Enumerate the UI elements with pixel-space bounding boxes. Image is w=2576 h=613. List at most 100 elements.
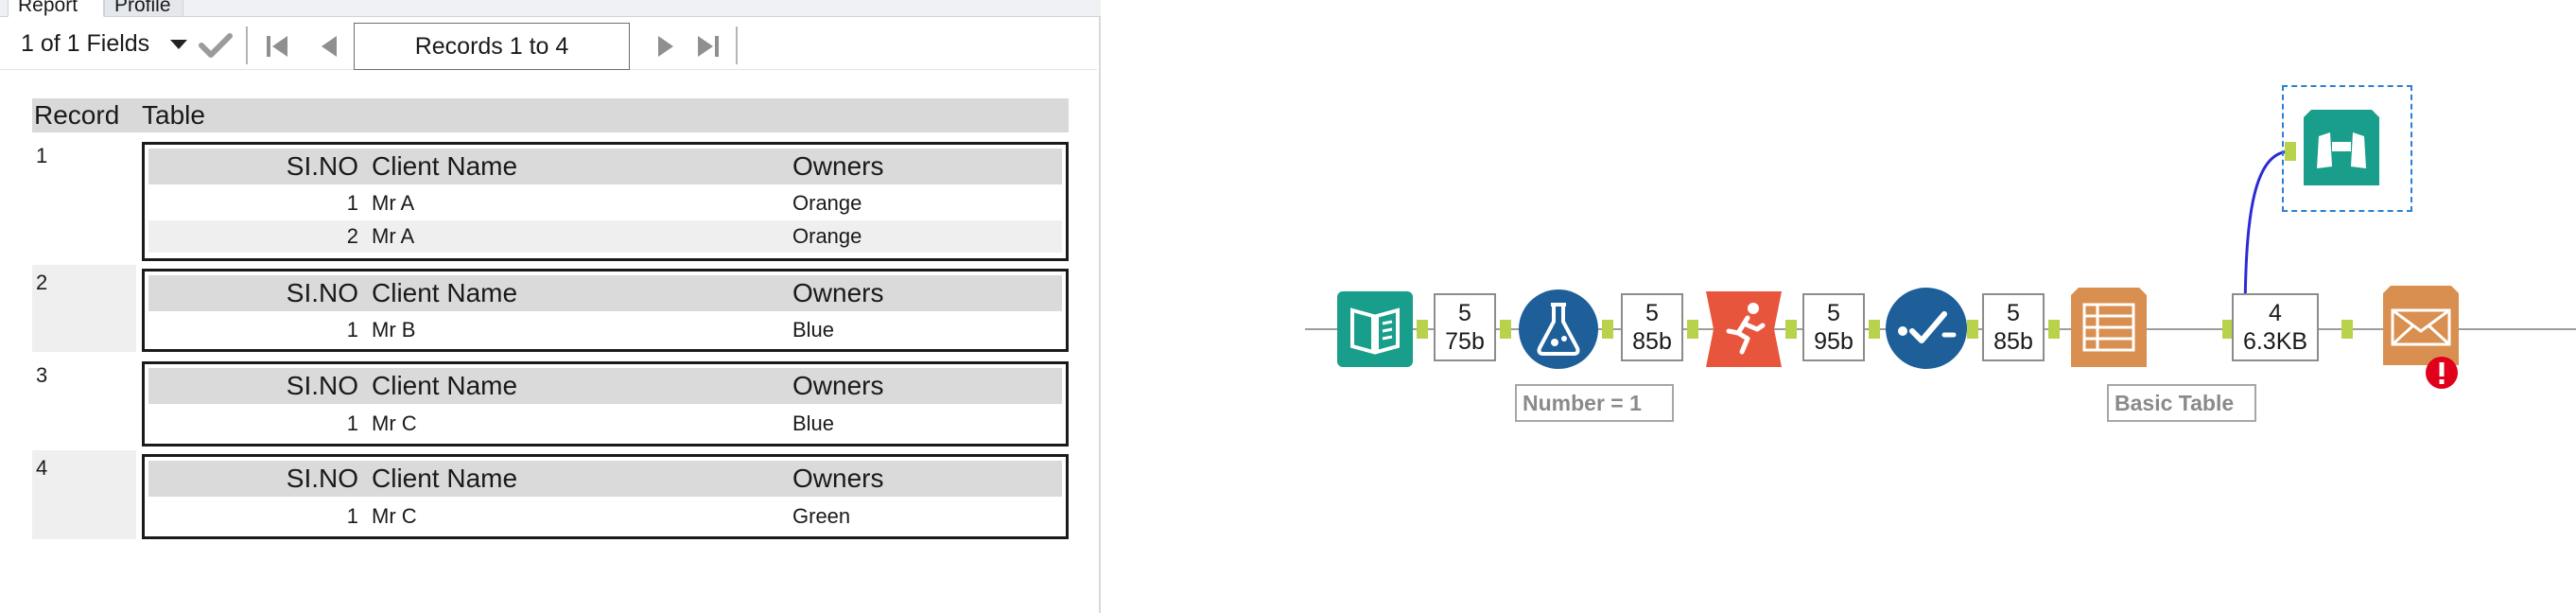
fields-selector[interactable]: 1 of 1 Fields [21, 30, 149, 58]
table-row: 1 Mr B Blue [148, 314, 1062, 346]
toolbar-divider [246, 26, 248, 64]
nested-table-header: SI.NO Client Name Owners [148, 149, 1062, 184]
cell-client-name: Mr A [372, 191, 415, 215]
cell-owners: Green [792, 504, 851, 528]
nested-table: SI.NO Client Name Owners 1 Mr C Blue [142, 361, 1069, 447]
formula-annotation[interactable]: Number = 1 [1515, 384, 1674, 422]
input-data-tool[interactable] [1337, 291, 1413, 367]
cell-owners: Orange [792, 224, 862, 248]
output-anchor[interactable] [1602, 320, 1613, 339]
input-anchor[interactable] [2285, 142, 2296, 161]
header-si-no: SI.NO [286, 371, 358, 400]
table-row: 1 Mr A Orange [148, 187, 1062, 219]
header-owners: Owners [792, 278, 884, 307]
column-header-table: Table [142, 100, 205, 130]
record-count: 5 [1827, 300, 1840, 326]
header-client-name: Client Name [372, 278, 518, 307]
sample-tool[interactable] [1706, 291, 1782, 367]
header-client-name: Client Name [372, 151, 518, 181]
unique-tool[interactable] [1886, 288, 1967, 369]
cell-client-name: Mr A [372, 224, 415, 248]
input-anchor[interactable] [2341, 320, 2353, 339]
email-tool[interactable] [2383, 286, 2459, 365]
chevron-down-icon[interactable] [170, 40, 187, 49]
record-count-badge: 5 85b [1982, 293, 2045, 361]
column-header-record: Record [34, 100, 120, 130]
cell-si-no: 2 [346, 224, 358, 248]
header-si-no: SI.NO [286, 151, 358, 181]
checkmark-flow-icon [1886, 288, 1967, 369]
report-header-row: Record Table [32, 98, 1069, 132]
book-icon [1337, 291, 1413, 367]
header-owners: Owners [792, 464, 884, 493]
record-count: 5 [1458, 300, 1471, 326]
nested-table-header: SI.NO Client Name Owners [148, 461, 1062, 497]
record-row[interactable]: 1 SI.NO Client Name Owners 1 Mr A Orange… [32, 138, 1069, 263]
data-size: 75b [1445, 328, 1485, 355]
previous-record-icon[interactable] [318, 34, 339, 59]
input-anchor[interactable] [2048, 320, 2060, 339]
input-anchor[interactable] [1687, 320, 1698, 339]
record-number: 4 [32, 450, 136, 539]
formula-tool[interactable] [1519, 289, 1598, 369]
binoculars-icon [2304, 110, 2379, 185]
envelope-icon [2383, 286, 2459, 365]
header-owners: Owners [792, 151, 884, 181]
cell-owners: Orange [792, 191, 862, 215]
header-client-name: Client Name [372, 371, 518, 400]
table-tool[interactable] [2071, 288, 2147, 367]
tab-report[interactable]: Report [8, 0, 104, 17]
output-anchor[interactable] [1967, 320, 1978, 339]
record-row[interactable]: 3 SI.NO Client Name Owners 1 Mr C Blue [32, 358, 1069, 447]
nested-table-header: SI.NO Client Name Owners [148, 368, 1062, 404]
table-row: 1 Mr C Green [148, 500, 1062, 533]
toolbar-divider [736, 26, 738, 64]
last-record-icon[interactable] [696, 34, 721, 59]
record-row[interactable]: 4 SI.NO Client Name Owners 1 Mr C Green [32, 450, 1069, 539]
data-size: 6.3KB [2242, 328, 2308, 355]
data-size: 85b [1993, 328, 2033, 355]
input-anchor[interactable] [1869, 320, 1880, 339]
cell-client-name: Mr C [372, 412, 417, 435]
browse-tool[interactable] [2304, 110, 2379, 185]
output-anchor[interactable] [1417, 320, 1428, 339]
workflow-canvas[interactable]: 5 75b 5 85b Number = 1 5 95b 5 85b 4 6.3… [1116, 0, 2576, 613]
results-panel: Report Profile 1 of 1 Fields Records 1 t… [0, 0, 1101, 613]
header-owners: Owners [792, 371, 884, 400]
cell-client-name: Mr C [372, 504, 417, 528]
table-annotation[interactable]: Basic Table [2107, 384, 2256, 422]
first-record-icon[interactable] [265, 34, 289, 59]
record-count: 5 [1645, 300, 1659, 326]
record-count-badge: 5 75b [1434, 293, 1496, 361]
next-record-icon[interactable] [656, 34, 677, 59]
record-count-badge: 4 6.3KB [2232, 293, 2319, 361]
input-anchor[interactable] [1500, 320, 1511, 339]
header-si-no: SI.NO [286, 278, 358, 307]
record-range-display: Records 1 to 4 [354, 23, 630, 70]
error-icon[interactable] [2425, 356, 2459, 390]
results-tab-strip: Report Profile [0, 0, 1101, 17]
nested-table: SI.NO Client Name Owners 1 Mr C Green [142, 454, 1069, 539]
data-size: 85b [1632, 328, 1672, 355]
record-row[interactable]: 2 SI.NO Client Name Owners 1 Mr B Blue [32, 265, 1069, 352]
record-count: 4 [2269, 300, 2282, 326]
record-count-badge: 5 85b [1621, 293, 1683, 361]
tab-profile[interactable]: Profile [104, 0, 183, 17]
cell-client-name: Mr B [372, 318, 416, 342]
results-toolbar: 1 of 1 Fields Records 1 to 4 [0, 19, 1097, 70]
cell-si-no: 1 [346, 191, 358, 215]
record-number: 2 [32, 265, 136, 352]
cell-owners: Blue [792, 318, 835, 342]
flask-icon [1519, 289, 1598, 369]
header-si-no: SI.NO [286, 464, 358, 493]
cell-si-no: 1 [346, 504, 358, 528]
checkmark-icon[interactable] [199, 32, 233, 59]
record-number: 3 [32, 358, 136, 447]
header-client-name: Client Name [372, 464, 518, 493]
cell-si-no: 1 [346, 318, 358, 342]
nested-table: SI.NO Client Name Owners 1 Mr B Blue [142, 269, 1069, 352]
record-count-badge: 5 95b [1802, 293, 1865, 361]
table-row: 2 Mr A Orange [148, 220, 1062, 253]
runner-icon [1706, 291, 1782, 367]
output-anchor[interactable] [1785, 320, 1797, 339]
